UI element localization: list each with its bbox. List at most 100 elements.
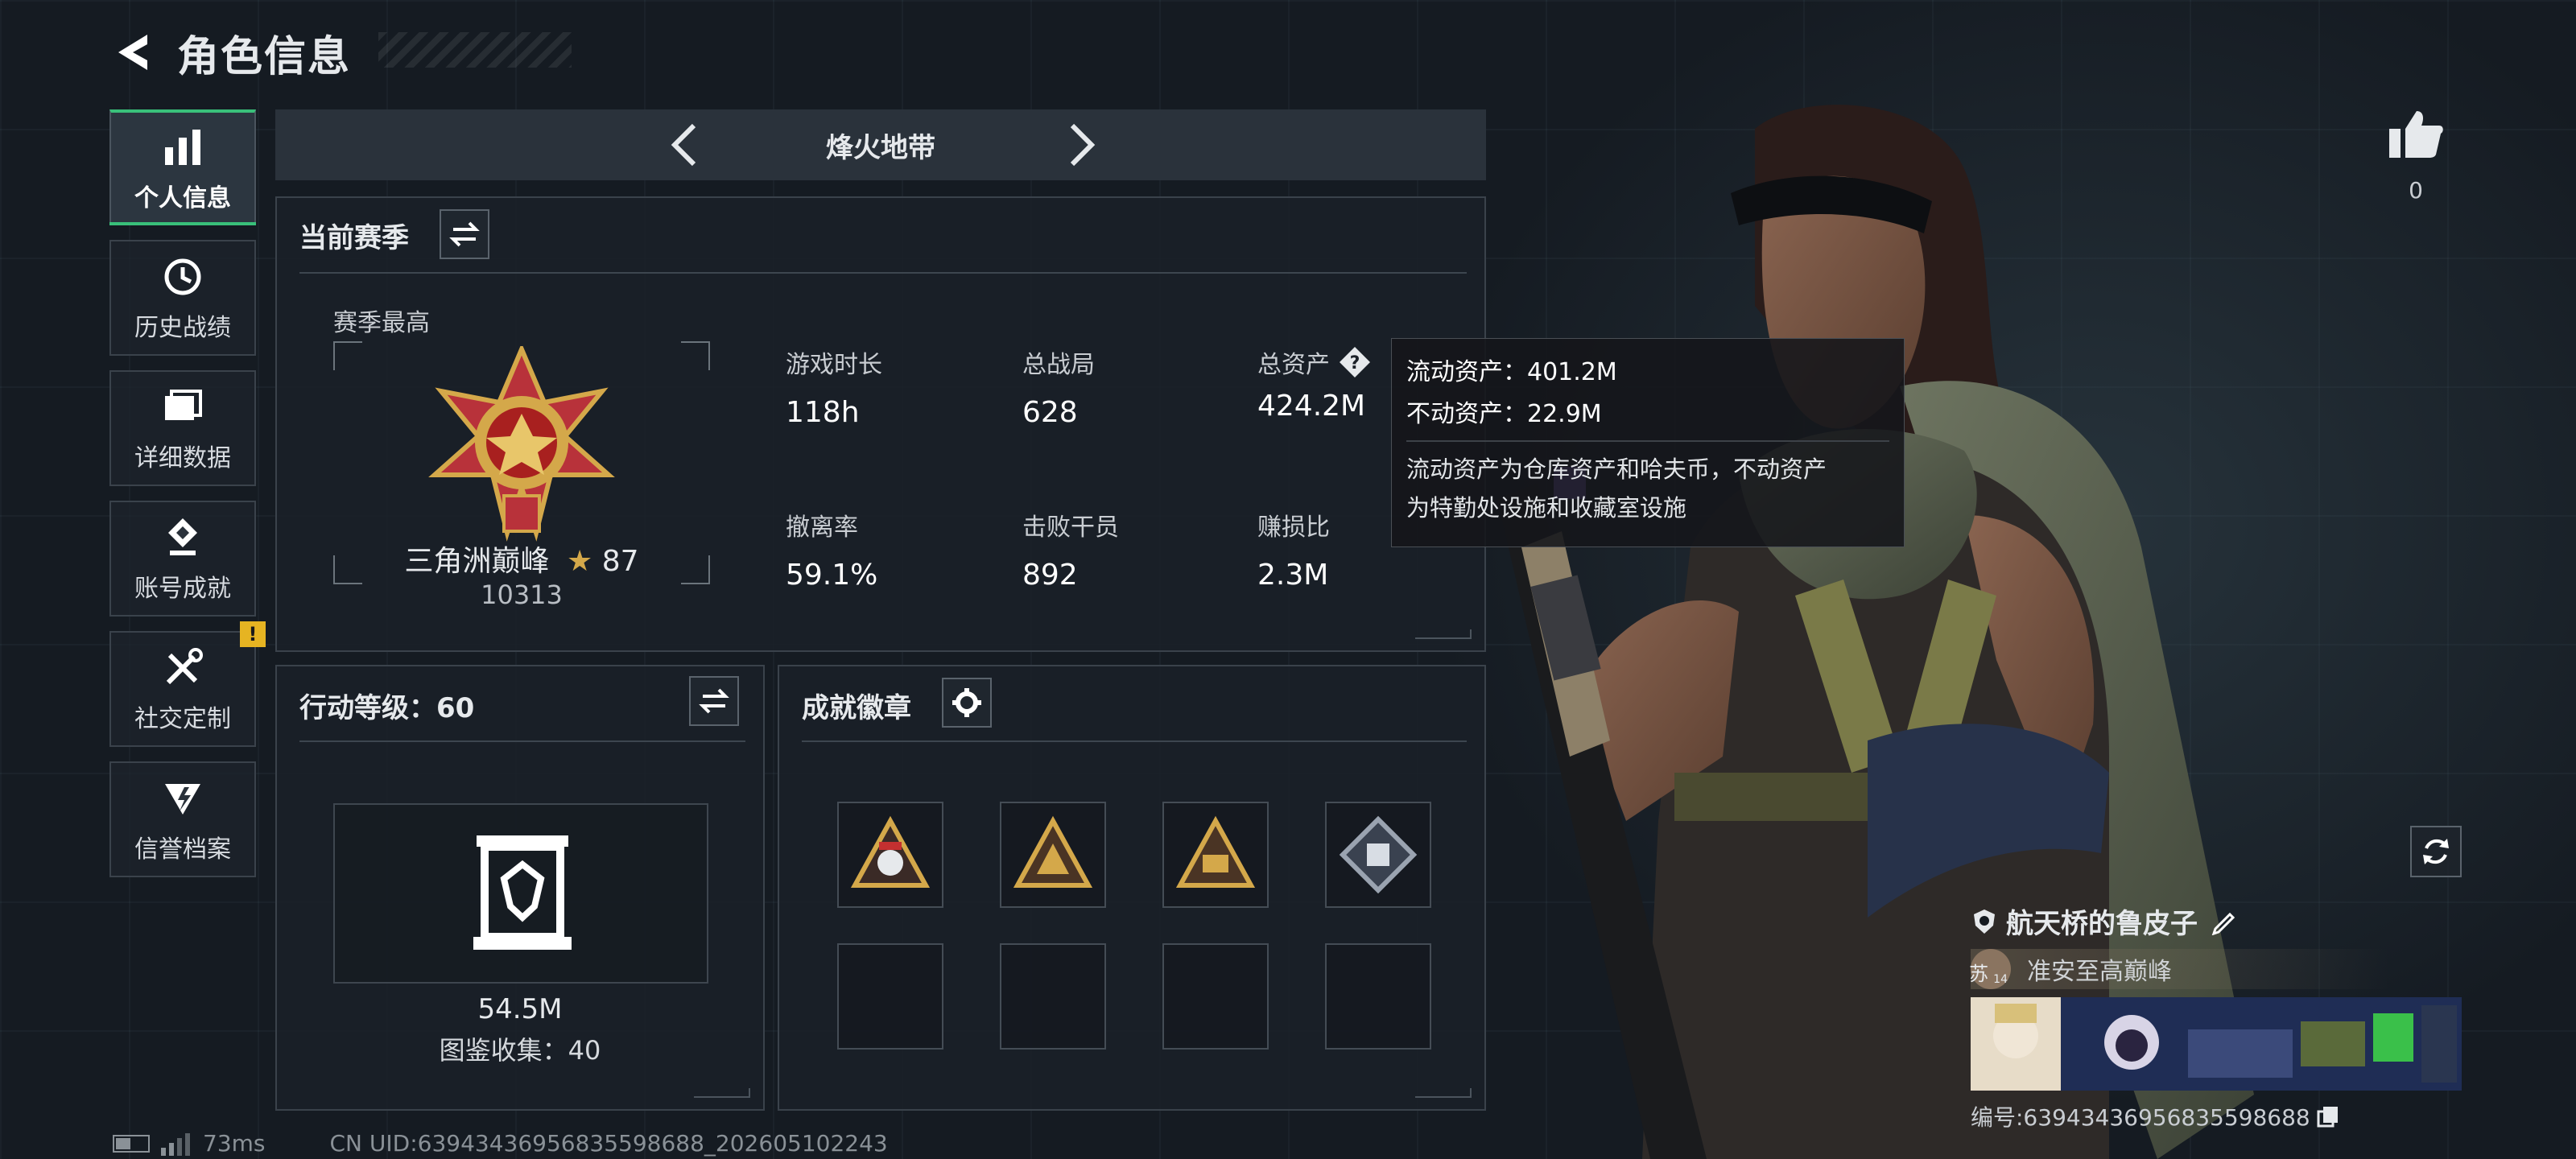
credit-icon xyxy=(165,784,200,815)
season-switch-button[interactable] xyxy=(440,209,489,259)
sidebar-item-label: 社交定制 xyxy=(134,705,231,733)
badge-slot[interactable] xyxy=(1162,802,1269,908)
sidebar-item-personal-info[interactable]: 个人信息 xyxy=(109,109,256,225)
rank-name-row: 三角洲巅峰 ★ 87 xyxy=(333,538,710,580)
rank-score: 10313 xyxy=(481,580,563,610)
badge-slot-empty[interactable] xyxy=(837,943,943,1050)
badge-triangle-icon xyxy=(850,815,931,888)
badge-settings-button[interactable] xyxy=(942,678,992,728)
badges-title: 成就徽章 xyxy=(802,692,911,724)
title-decoration xyxy=(378,32,572,68)
badge-slot[interactable] xyxy=(1325,802,1431,908)
sidebar-item-label: 详细数据 xyxy=(134,444,231,472)
collection-display[interactable] xyxy=(333,803,708,984)
collection-value: 54.5M xyxy=(477,993,563,1025)
tools-icon xyxy=(166,648,203,685)
back-arrow-icon xyxy=(118,35,147,70)
sidebar-item-label: 账号成就 xyxy=(134,575,231,603)
corner-decoration xyxy=(1415,1088,1472,1098)
corner-decoration xyxy=(694,1088,750,1098)
rotate-character-button[interactable] xyxy=(2410,826,2462,877)
back-button[interactable] xyxy=(105,24,161,80)
gear-icon xyxy=(952,688,981,717)
shield-icon xyxy=(1974,909,1995,934)
player-name-row: 航天桥的鲁皮子 xyxy=(1971,901,2462,941)
badge-triangle-icon xyxy=(1013,815,1093,888)
next-mode-arrow-icon[interactable] xyxy=(1056,121,1104,169)
player-title-row: 苏 14 准安至高巅峰 xyxy=(1969,949,2389,989)
tooltip-description-2: 为特勤处设施和收藏室设施 xyxy=(1406,494,1687,522)
like-area: 0 xyxy=(2388,108,2444,204)
badge-slot-empty[interactable] xyxy=(1000,943,1106,1050)
signal-icon xyxy=(161,1132,190,1156)
action-level-switch-button[interactable] xyxy=(689,676,739,726)
like-count: 0 xyxy=(2409,177,2423,204)
copy-icon[interactable] xyxy=(2317,1105,2339,1128)
stat-operators-defeated: 击败干员 892 xyxy=(1022,514,1119,592)
badge-slot[interactable] xyxy=(837,802,943,908)
sidebar-item-details[interactable]: 详细数据 xyxy=(109,370,256,486)
sidebar-item-credit[interactable]: 信誉档案 xyxy=(109,761,256,877)
sidebar-item-label: 信誉档案 xyxy=(134,835,231,864)
badge-slot-empty[interactable] xyxy=(1325,943,1431,1050)
tooltip-description-1: 流动资产为仓库资产和哈夫币，不动资产 xyxy=(1406,456,1827,483)
refresh-icon xyxy=(2423,839,2449,864)
bar-chart-icon xyxy=(165,130,200,165)
assets-tooltip: 流动资产：401.2M 不动资产：22.9M 流动资产为仓库资产和哈夫币，不动资… xyxy=(1391,338,1905,547)
badge-diamond-icon xyxy=(1339,815,1418,894)
folder-icon xyxy=(165,390,202,420)
player-id-row: 编号:6394343695683559868​8 xyxy=(1971,1100,2462,1132)
player-name: 航天桥的鲁皮子 xyxy=(2006,908,2198,940)
star-icon: ★ xyxy=(566,545,593,578)
battery-icon xyxy=(113,1134,150,1153)
divider xyxy=(802,740,1467,742)
status-footer: 73ms CN UID:6394343695683559868​8_202605… xyxy=(113,1130,888,1157)
badge-slot[interactable] xyxy=(1000,802,1106,908)
sidebar-item-history[interactable]: 历史战绩 xyxy=(109,240,256,356)
achievement-icon xyxy=(168,518,197,555)
rank-emblem-icon xyxy=(428,346,615,542)
warning-badge: ! xyxy=(240,621,266,647)
name-card-image xyxy=(1971,997,2462,1091)
stat-profit-loss-ratio: 赚损比 2.3M xyxy=(1257,514,1330,592)
avatar-char: 苏 xyxy=(1969,963,1989,985)
header: 角色信息 xyxy=(105,24,352,81)
help-icon[interactable]: ? xyxy=(1338,345,1372,379)
mode-selector: 烽火地带 xyxy=(275,109,1486,180)
sidebar-item-label: 个人信息 xyxy=(134,184,231,212)
player-avatar[interactable]: 苏 14 xyxy=(1969,949,2011,989)
svg-text:?: ? xyxy=(1350,353,1360,373)
badge-triangle-icon xyxy=(1175,815,1256,888)
divider xyxy=(299,740,745,742)
badge-slot-empty[interactable] xyxy=(1162,943,1269,1050)
ping-value: 73ms xyxy=(203,1130,266,1157)
stat-extraction-rate: 撤离率 59.1% xyxy=(786,514,878,592)
sidebar-item-label: 历史战绩 xyxy=(134,314,231,342)
rank-name: 三角洲巅峰 xyxy=(404,545,550,578)
collection-case-icon xyxy=(473,835,572,950)
player-id: 编号:6394343695683559868​8 xyxy=(1971,1104,2310,1131)
tooltip-fixed-assets: 不动资产：22.9M xyxy=(1406,400,1602,428)
action-level-title: 行动等级：60 xyxy=(299,692,475,724)
sidebar-item-social[interactable]: ! 社交定制 xyxy=(109,621,266,747)
season-title: 当前赛季 xyxy=(299,222,409,254)
page-title: 角色信息 xyxy=(177,32,352,81)
stat-total-assets: 总资产 ? 424.2M xyxy=(1257,344,1372,423)
uid-text: CN UID:6394343695683559868​8_20260510224… xyxy=(329,1130,888,1157)
stat-total-matches: 总战局 628 xyxy=(1022,351,1095,429)
player-level: 14 xyxy=(1993,973,2008,986)
prev-mode-arrow-icon[interactable] xyxy=(662,121,710,169)
thumbs-up-icon[interactable] xyxy=(2388,108,2444,159)
sidebar-item-achievements[interactable]: 账号成就 xyxy=(109,501,256,617)
rank-stars: 87 xyxy=(601,545,639,578)
collection-count: 图鉴收集：40 xyxy=(439,1035,601,1066)
stat-play-time: 游戏时长 118h xyxy=(786,351,882,429)
name-card-banner[interactable] xyxy=(1971,997,2462,1091)
edit-pencil-icon[interactable] xyxy=(2211,908,2238,935)
mode-title: 烽火地带 xyxy=(826,131,935,164)
tooltip-divider xyxy=(1406,440,1889,442)
season-best-label: 赛季最高 xyxy=(333,309,430,337)
tooltip-liquid-assets: 流动资产：401.2M xyxy=(1406,358,1617,386)
switch-icon xyxy=(699,688,729,714)
player-title: 准安至高巅峰 xyxy=(2027,958,2172,986)
